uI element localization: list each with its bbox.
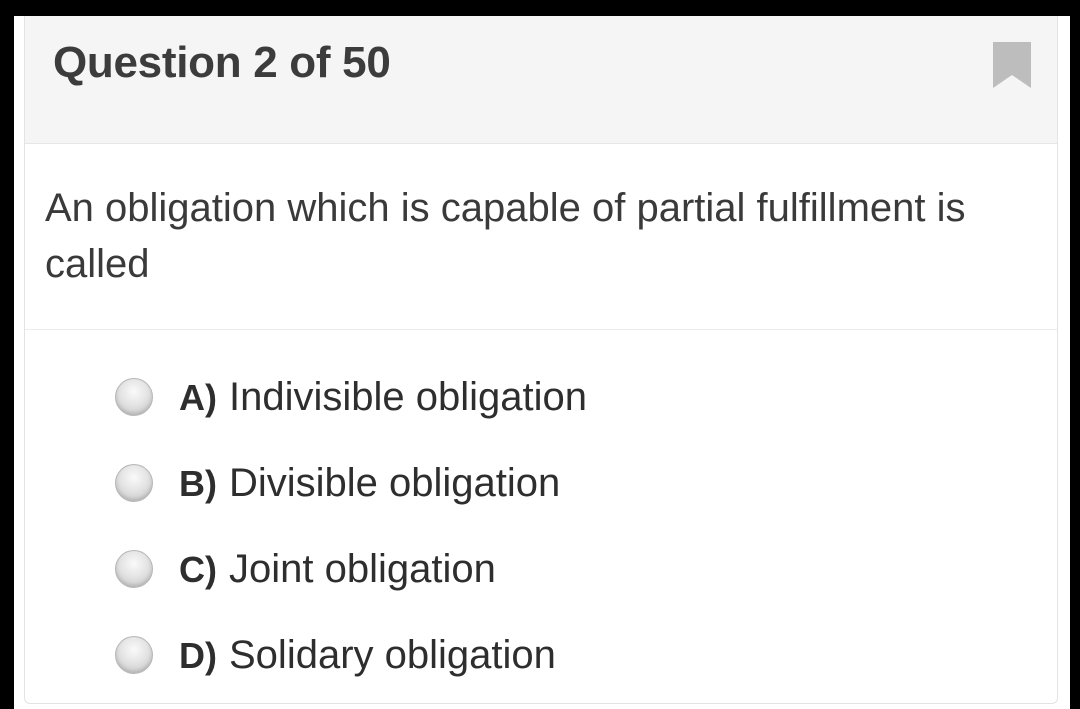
quiz-frame: Question 2 of 50 An obligation which is …: [14, 16, 1070, 709]
option-label: A) Indivisible obligation: [179, 375, 587, 420]
radio-button[interactable]: [115, 464, 153, 502]
answer-options: A) Indivisible obligation B) Divisible o…: [25, 330, 1057, 698]
option-label: D) Solidary obligation: [179, 633, 556, 678]
question-header: Question 2 of 50: [25, 16, 1057, 144]
option-letter: B): [179, 462, 217, 504]
option-c[interactable]: C) Joint obligation: [25, 526, 1057, 612]
option-text: Indivisible obligation: [229, 374, 588, 419]
radio-button[interactable]: [115, 550, 153, 588]
option-letter: D): [179, 634, 217, 676]
option-letter: A): [179, 376, 217, 418]
bookmark-icon[interactable]: [991, 42, 1033, 88]
option-text: Joint obligation: [229, 546, 496, 591]
option-d[interactable]: D) Solidary obligation: [25, 612, 1057, 698]
option-letter: C): [179, 548, 217, 590]
radio-button[interactable]: [115, 378, 153, 416]
option-label: C) Joint obligation: [179, 547, 496, 592]
question-card: Question 2 of 50 An obligation which is …: [24, 16, 1058, 704]
question-counter: Question 2 of 50: [53, 38, 391, 87]
option-label: B) Divisible obligation: [179, 461, 560, 506]
question-text: An obligation which is capable of partia…: [45, 186, 966, 286]
option-a[interactable]: A) Indivisible obligation: [25, 354, 1057, 440]
option-text: Solidary obligation: [229, 632, 556, 677]
option-text: Divisible obligation: [229, 460, 561, 505]
question-block: An obligation which is capable of partia…: [25, 144, 1057, 330]
option-b[interactable]: B) Divisible obligation: [25, 440, 1057, 526]
radio-button[interactable]: [115, 636, 153, 674]
